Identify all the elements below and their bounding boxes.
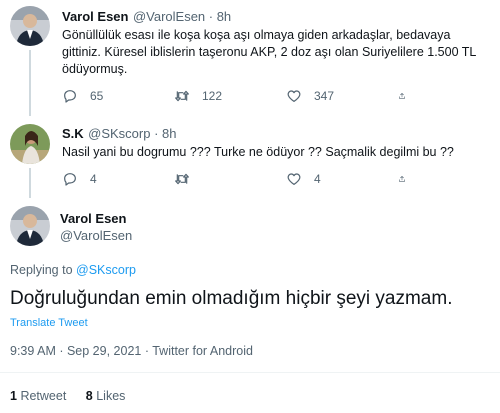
share-icon	[399, 176, 405, 182]
reply-icon	[64, 90, 76, 103]
avatar[interactable]	[10, 206, 50, 246]
tweet-text: Nasil yani bu dogrumu ??? Turke ne ödüyo…	[62, 145, 454, 159]
tweet-timestamp[interactable]: 9:39 AM · Sep 29, 2021 · Twitter for And…	[10, 344, 253, 358]
share-button[interactable]	[398, 88, 418, 104]
reply-button[interactable]: 4	[62, 171, 174, 187]
author-name[interactable]: S.K	[62, 126, 84, 141]
retweet-icon	[175, 173, 189, 185]
reply-icon	[64, 173, 76, 186]
author-name[interactable]: Varol Esen	[62, 9, 128, 24]
engagement-stats: 1 Retweet 8 Likes	[10, 389, 125, 403]
retweet-icon	[175, 90, 189, 102]
like-icon	[287, 90, 301, 102]
author-handle[interactable]: @VarolEsen	[60, 228, 132, 243]
tweet-text: Gönüllülük esası ile koşa koşa aşı olmay…	[62, 28, 477, 76]
like-button[interactable]: 4	[286, 171, 398, 187]
author-handle-time[interactable]: @SKscorp · 8h	[88, 126, 176, 141]
retweets-stat[interactable]: 1 Retweet	[10, 389, 66, 403]
author-handle-time[interactable]: @VarolEsen · 8h	[133, 9, 231, 24]
avatar[interactable]	[10, 6, 50, 46]
replying-to-link[interactable]: @SKscorp	[76, 263, 136, 277]
retweet-button[interactable]: 122	[174, 88, 286, 104]
thread-line	[29, 168, 31, 198]
avatar[interactable]	[10, 124, 50, 164]
replying-to: Replying to @SKscorp	[10, 263, 136, 277]
retweet-button[interactable]	[174, 171, 286, 187]
tweet-text: Doğruluğundan emin olmadığım hiçbir şeyi…	[10, 288, 453, 309]
share-button[interactable]	[398, 171, 418, 187]
reply-button[interactable]: 65	[62, 88, 174, 104]
author-name[interactable]: Varol Esen	[60, 211, 132, 226]
like-icon	[287, 173, 301, 185]
likes-stat[interactable]: 8 Likes	[86, 389, 126, 403]
divider	[0, 372, 500, 373]
share-icon	[399, 93, 405, 99]
translate-tweet-link[interactable]: Translate Tweet	[10, 317, 88, 329]
tweet-actions: 4 4	[62, 171, 418, 187]
tweet-actions: 65 122 347	[62, 88, 418, 104]
like-button[interactable]: 347	[286, 88, 398, 104]
thread-line	[29, 50, 31, 116]
